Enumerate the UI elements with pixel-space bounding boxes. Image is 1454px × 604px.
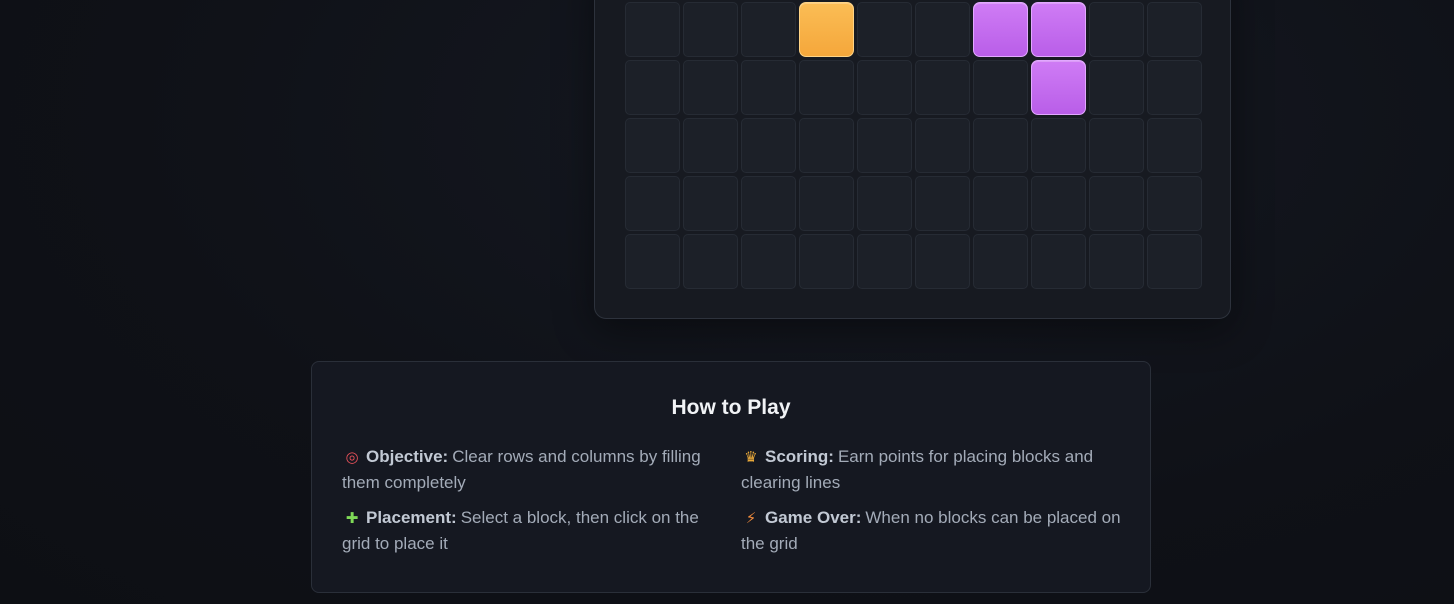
grid-cell-empty[interactable] — [683, 60, 738, 115]
rule-label: Scoring: — [765, 447, 834, 466]
grid-cell-empty[interactable] — [973, 60, 1028, 115]
grid-cell-empty[interactable] — [915, 118, 970, 173]
grid-cell-filled-purple[interactable] — [973, 2, 1028, 57]
grid-cell-empty[interactable] — [625, 176, 680, 231]
grid-cell-empty[interactable] — [915, 2, 970, 57]
game-grid — [625, 2, 1202, 289]
grid-cell-empty[interactable] — [1031, 118, 1086, 173]
grid-cell-empty[interactable] — [683, 2, 738, 57]
grid-cell-empty[interactable] — [973, 118, 1028, 173]
grid-cell-empty[interactable] — [683, 176, 738, 231]
trophy-icon: ♛ — [744, 448, 758, 466]
grid-cell-empty[interactable] — [857, 60, 912, 115]
grid-cell-empty[interactable] — [1089, 118, 1144, 173]
grid-cell-empty[interactable] — [1147, 118, 1202, 173]
rule-placement: ✚ Placement: Select a block, then click on… — [342, 505, 727, 556]
grid-cell-empty[interactable] — [1089, 176, 1144, 231]
how-to-play-title: How to Play — [671, 396, 791, 419]
grid-cell-empty[interactable] — [973, 176, 1028, 231]
grid-cell-empty[interactable] — [1089, 2, 1144, 57]
rule-label: Game Over: — [765, 508, 862, 527]
grid-cell-empty[interactable] — [973, 234, 1028, 289]
grid-cell-empty[interactable] — [741, 60, 796, 115]
grid-cell-empty[interactable] — [799, 176, 854, 231]
grid-cell-empty[interactable] — [625, 234, 680, 289]
grid-cell-empty[interactable] — [741, 2, 796, 57]
grid-cell-empty[interactable] — [857, 118, 912, 173]
how-to-play-panel: How to Play ◎ Objective: Clear rows and co… — [311, 361, 1151, 593]
rules-list: ◎ Objective: Clear rows and columns by fil… — [342, 444, 1122, 556]
grid-cell-empty[interactable] — [625, 2, 680, 57]
grid-cell-empty[interactable] — [625, 60, 680, 115]
grid-cell-empty[interactable] — [741, 234, 796, 289]
grid-cell-empty[interactable] — [683, 234, 738, 289]
rule-label: Objective: — [366, 447, 449, 466]
grid-cell-empty[interactable] — [625, 118, 680, 173]
grid-cell-empty[interactable] — [1089, 234, 1144, 289]
grid-cell-empty[interactable] — [1089, 60, 1144, 115]
grid-cell-empty[interactable] — [857, 176, 912, 231]
grid-cell-empty[interactable] — [857, 234, 912, 289]
grid-cell-filled-purple[interactable] — [1031, 2, 1086, 57]
grid-cell-empty[interactable] — [1147, 234, 1202, 289]
grid-cell-empty[interactable] — [1031, 176, 1086, 231]
grid-cell-filled-purple[interactable] — [1031, 60, 1086, 115]
grid-cell-empty[interactable] — [915, 234, 970, 289]
grid-cell-empty[interactable] — [741, 118, 796, 173]
grid-cell-empty[interactable] — [1147, 2, 1202, 57]
grid-cell-filled-orange[interactable] — [799, 2, 854, 57]
bolt-icon: ⚡ — [745, 509, 757, 527]
puzzle-icon: ✚ — [345, 509, 359, 527]
grid-cell-empty[interactable] — [915, 176, 970, 231]
rule-label: Placement: — [366, 508, 457, 527]
grid-cell-empty[interactable] — [1031, 234, 1086, 289]
rule-scoring: ♛ Scoring: Earn points for placing blocks … — [741, 444, 1126, 495]
grid-cell-empty[interactable] — [1147, 176, 1202, 231]
grid-cell-empty[interactable] — [741, 176, 796, 231]
rule-objective: ◎ Objective: Clear rows and columns by fil… — [342, 444, 727, 495]
grid-cell-empty[interactable] — [1147, 60, 1202, 115]
grid-cell-empty[interactable] — [799, 60, 854, 115]
target-icon: ◎ — [345, 448, 359, 466]
rule-game-over: ⚡ Game Over: When no blocks can be placed … — [741, 505, 1126, 556]
grid-cell-empty[interactable] — [799, 234, 854, 289]
grid-cell-empty[interactable] — [683, 118, 738, 173]
grid-cell-empty[interactable] — [799, 118, 854, 173]
grid-cell-empty[interactable] — [915, 60, 970, 115]
grid-cell-empty[interactable] — [857, 2, 912, 57]
